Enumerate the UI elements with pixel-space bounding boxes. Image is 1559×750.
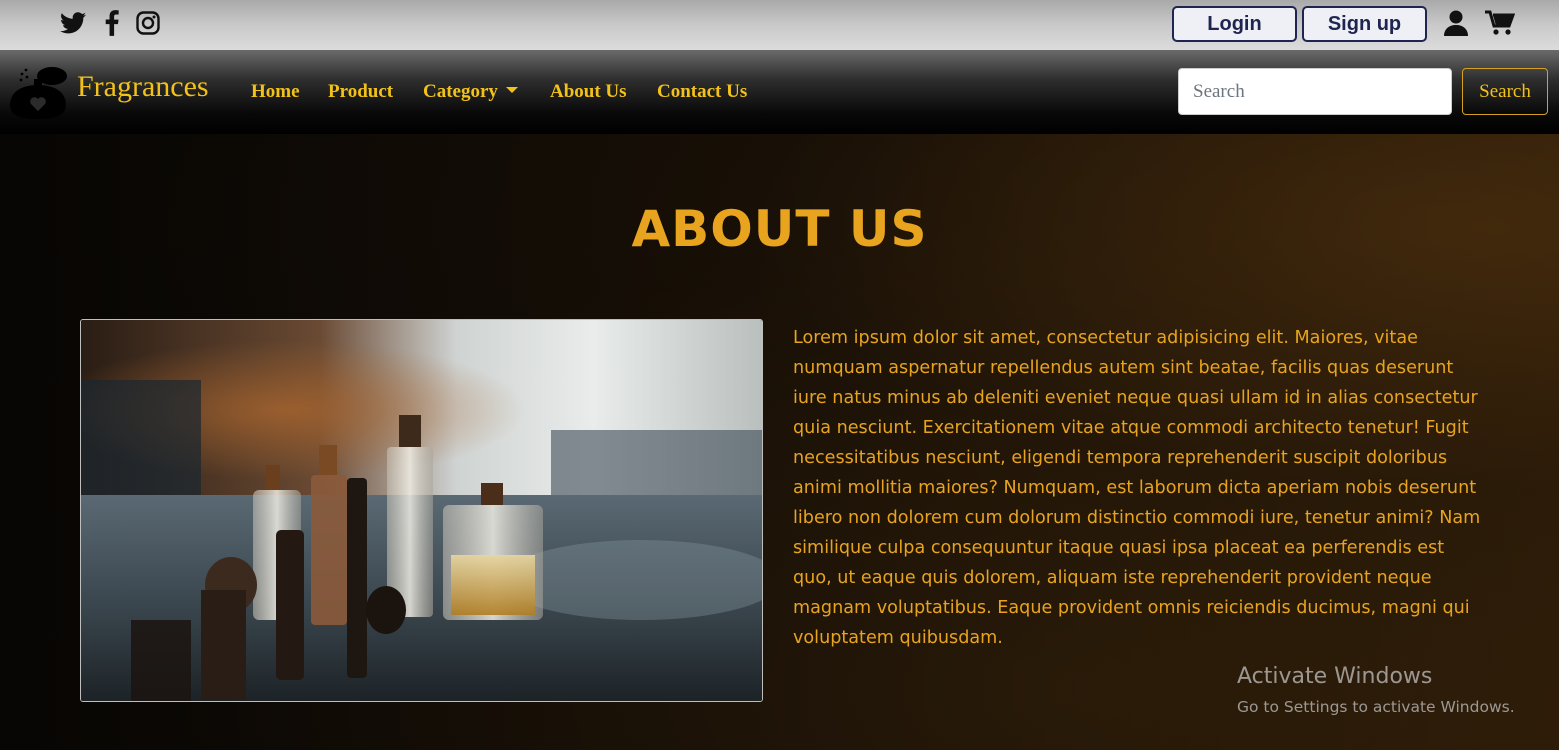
about-section: ABOUT US Lorem ipsum dolor sit amet, con…: [0, 134, 1559, 750]
brand-name[interactable]: Fragrances: [77, 70, 209, 104]
main-navbar: Fragrances Home Product Category About U…: [0, 50, 1559, 134]
nav-link-category-label: Category: [423, 81, 498, 102]
search-button[interactable]: Search: [1462, 68, 1548, 115]
perfume-bottle-icon[interactable]: [8, 65, 70, 119]
about-paragraph: Lorem ipsum dolor sit amet, consectetur …: [793, 328, 1481, 648]
signup-button[interactable]: Sign up: [1302, 6, 1427, 42]
cart-icon[interactable]: [1484, 9, 1516, 37]
chevron-down-icon: [505, 87, 518, 93]
user-icon[interactable]: [1443, 9, 1469, 37]
search-input[interactable]: [1178, 68, 1452, 115]
nav-link-contact-us[interactable]: Contact Us: [657, 81, 747, 103]
page-title: ABOUT US: [631, 200, 928, 258]
top-bar: Login Sign up: [0, 0, 1559, 50]
perfume-bottles-photo: [80, 319, 763, 702]
nav-link-category[interactable]: Category: [423, 81, 518, 103]
instagram-icon[interactable]: [135, 10, 161, 36]
facebook-icon[interactable]: [99, 10, 125, 36]
watermark-title: Activate Windows: [1237, 664, 1433, 689]
twitter-icon[interactable]: [60, 10, 86, 36]
nav-link-home[interactable]: Home: [251, 81, 300, 103]
watermark-subtitle: Go to Settings to activate Windows.: [1237, 698, 1515, 716]
login-button[interactable]: Login: [1172, 6, 1297, 42]
nav-link-about-us[interactable]: About Us: [550, 81, 627, 103]
nav-link-product[interactable]: Product: [328, 81, 393, 103]
